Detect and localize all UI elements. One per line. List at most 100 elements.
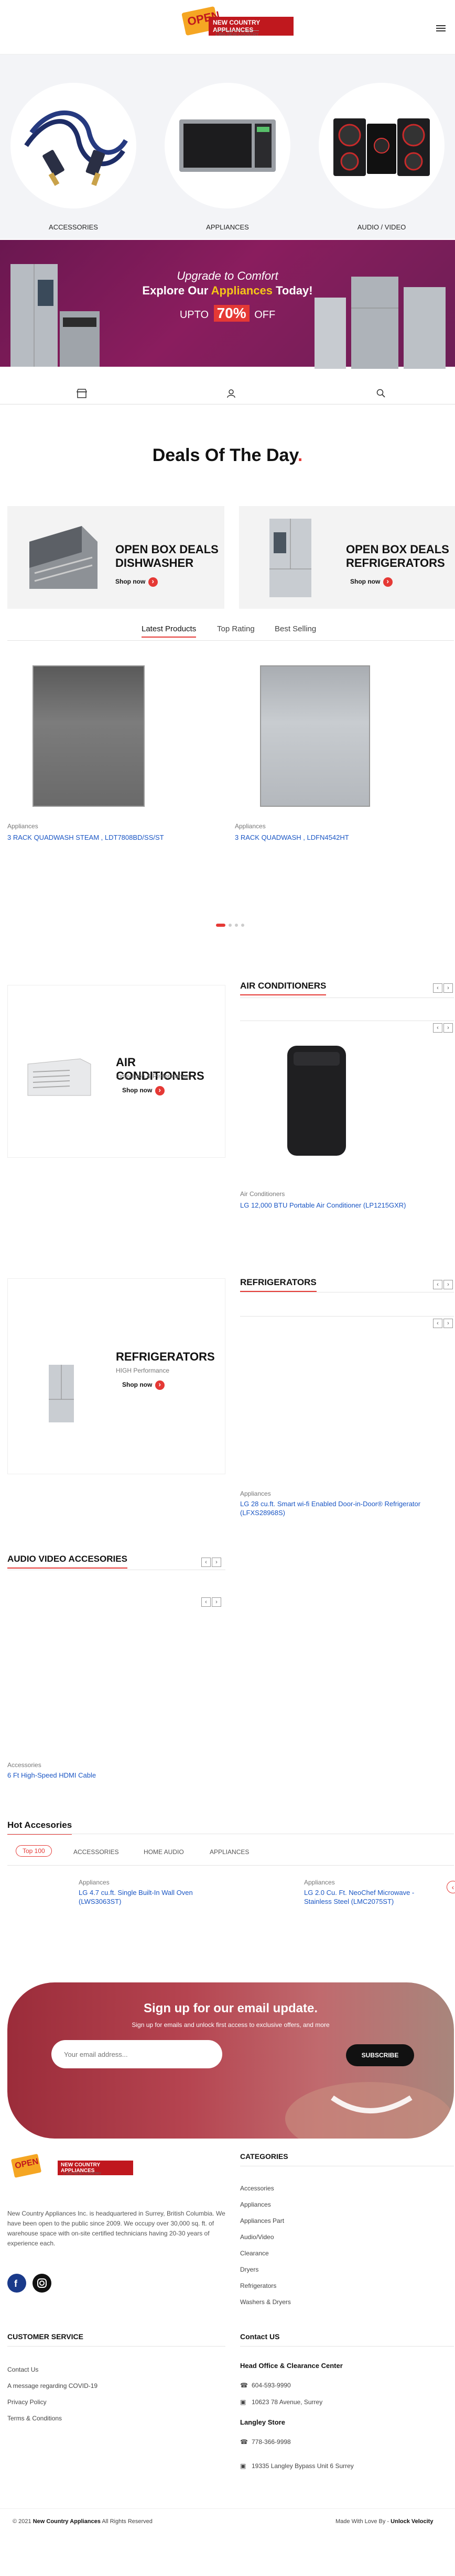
hdmi-cable-image [24, 111, 128, 186]
refrigerator-image [269, 519, 311, 597]
prev-arrow-icon: ‹ [433, 1280, 442, 1289]
carousel-nav[interactable]: ‹ › [432, 1318, 453, 1328]
chip-accessories[interactable]: ACCESSORIES [73, 1848, 119, 1856]
arrow-right-icon [148, 577, 158, 587]
promo-banner[interactable]: Upgrade to Comfort Explore Our Appliance… [0, 240, 455, 382]
dishwasher-product-image [260, 665, 370, 807]
newsletter-section: Sign up for our email update. Sign up fo… [7, 1982, 454, 2139]
next-arrow-icon: › [212, 1558, 221, 1567]
product-card[interactable]: Appliances 3 RACK QUADWASH STEAM , LDT78… [5, 655, 231, 864]
section-heading-hot-accesories: Hot Accesories [7, 1820, 72, 1835]
product-name-link[interactable]: 3 RACK QUADWASH , LDFN4542HT [235, 833, 450, 842]
chip-appliances[interactable]: APPLIANCES [210, 1848, 249, 1856]
mobile-tab-bar [0, 382, 455, 404]
footer-link[interactable]: Terms & Conditions [7, 2415, 62, 2422]
made-by[interactable]: Made With Love By - Unlock Velocity [335, 2518, 433, 2525]
carousel-nav[interactable]: ‹ › [432, 983, 453, 993]
location-icon: ▣ [240, 2398, 246, 2406]
phone-row[interactable]: ☎ 604-593-9990 [240, 2382, 291, 2389]
chevron-left-icon[interactable]: ‹ [447, 1881, 455, 1893]
next-arrow-icon: › [443, 983, 453, 993]
category-appliances[interactable] [165, 83, 290, 209]
email-input[interactable] [51, 2040, 222, 2068]
footer-bottom-bar: © 2021 New Country Appliances All Rights… [0, 2508, 455, 2535]
refrigerators-promo[interactable]: REFRIGERATORS HIGH Performance Shop now [7, 1278, 225, 1474]
phone-row[interactable]: ☎ 778-366-9998 [240, 2438, 291, 2446]
store-icon[interactable] [77, 389, 87, 398]
product-name-link[interactable]: LG 2.0 Cu. Ft. NeoChef Microwave - Stain… [304, 1888, 430, 1906]
product-name-link[interactable]: LG 28 cu.ft. Smart wi-fi Enabled Door-in… [240, 1499, 429, 1517]
address-row: ▣ 19335 Langley Bypass Unit 6 Surrey [240, 2462, 354, 2470]
section-heading-audio-video: AUDIO VIDEO ACCESORIES [7, 1554, 127, 1569]
category-audio-video[interactable] [319, 83, 445, 209]
subscribe-button[interactable]: SUBSCRIBE [346, 2044, 414, 2066]
portable-ac-image [287, 1046, 346, 1156]
dishwasher-image [29, 526, 98, 589]
tab-latest-products[interactable]: Latest Products [142, 624, 197, 638]
footer-contact-title: Contact US [240, 2332, 280, 2341]
category-label-accessories[interactable]: ACCESSORIES [10, 223, 136, 231]
shop-now-link[interactable]: Shop now [350, 577, 393, 587]
footer-link[interactable]: Clearance [240, 2250, 269, 2257]
deal-card-dishwasher[interactable]: OPEN BOX DEALS DISHWASHER Shop now [7, 506, 224, 609]
svg-text:f: f [14, 2278, 18, 2289]
carousel-nav[interactable]: ‹ › [432, 1279, 453, 1289]
footer-link[interactable]: A message regarding COVID-19 [7, 2382, 98, 2389]
product-tabs: Latest Products Top Rating Best Selling [0, 624, 455, 641]
shop-now-link[interactable]: Shop now [115, 577, 158, 587]
site-logo[interactable]: OPEN NEW COUNTRY APPLIANCES 1-855-NEW-CO… [168, 6, 294, 40]
footer-link[interactable]: Appliances [240, 2201, 271, 2208]
arrow-right-icon [155, 1086, 165, 1095]
category-accessories[interactable] [10, 83, 136, 209]
footer-link[interactable]: Contact Us [7, 2366, 38, 2373]
carousel-nav[interactable]: ‹ › [200, 1557, 221, 1567]
footer-link[interactable]: Appliances Part [240, 2217, 284, 2224]
footer-link[interactable]: Audio/Video [240, 2233, 274, 2241]
hamburger-menu-icon[interactable] [436, 25, 446, 31]
carousel-dots[interactable] [216, 920, 247, 927]
product-name-link[interactable]: 6 Ft High-Speed HDMI Cable [7, 1771, 217, 1780]
deal-line2: REFRIGERATORS [346, 556, 445, 569]
footer-link[interactable]: Dryers [240, 2266, 258, 2273]
user-icon[interactable] [226, 389, 236, 398]
address-row: ▣ 10623 78 Avenue, Surrey [240, 2398, 323, 2406]
shop-now-link[interactable]: Shop now [122, 1086, 165, 1095]
tab-top-rating[interactable]: Top Rating [217, 624, 255, 633]
next-arrow-icon: › [443, 1023, 453, 1033]
microwave-image [179, 119, 276, 172]
chip-top-100[interactable]: Top 100 [16, 1845, 52, 1857]
phone-icon: ☎ [240, 2382, 248, 2389]
product-name-link[interactable]: LG 12,000 BTU Portable Air Conditioner (… [240, 1201, 450, 1210]
phone-icon: ☎ [240, 2438, 248, 2446]
instagram-icon[interactable] [32, 2274, 51, 2293]
facebook-icon[interactable]: f [7, 2274, 26, 2293]
tab-best-selling[interactable]: Best Selling [275, 624, 316, 633]
footer-link[interactable]: Washers & Dryers [240, 2298, 291, 2306]
chip-home-audio[interactable]: HOME AUDIO [144, 1848, 184, 1856]
prev-arrow-icon: ‹ [433, 1319, 442, 1328]
banner-line1: Upgrade to Comfort [177, 269, 278, 282]
product-card[interactable]: Appliances 3 RACK QUADWASH , LDFN4542HT [233, 655, 455, 864]
prev-arrow-icon: ‹ [433, 1023, 442, 1033]
category-label-audio-video[interactable]: AUDIO / VIDEO [319, 223, 445, 231]
shop-now-link[interactable]: Shop now [122, 1380, 165, 1390]
footer-link[interactable]: Refrigerators [240, 2282, 276, 2289]
footer-link[interactable]: Privacy Policy [7, 2398, 47, 2406]
prev-arrow-icon: ‹ [201, 1597, 211, 1607]
product-name-link[interactable]: LG 4.7 cu.ft. Single Built-In Wall Oven … [79, 1888, 225, 1906]
copyright: © 2021 New Country Appliances All Rights… [13, 2518, 153, 2525]
air-conditioners-promo[interactable]: AIR CONDITIONERS Innovation & Performanc… [7, 985, 225, 1158]
carousel-nav[interactable]: ‹ › [200, 1597, 221, 1607]
deal-card-refrigerators[interactable]: OPEN BOX DEALS REFRIGERATORS Shop now [239, 506, 455, 609]
footer-link[interactable]: Accessories [240, 2185, 274, 2192]
search-icon[interactable] [376, 389, 386, 398]
product-name-link[interactable]: 3 RACK QUADWASH STEAM , LDT7808BD/SS/ST [7, 833, 228, 842]
prev-arrow-icon: ‹ [433, 983, 442, 993]
category-label-appliances[interactable]: APPLIANCES [165, 223, 290, 231]
carousel-nav[interactable]: ‹ › [432, 1023, 453, 1033]
banner-offer-percent: 70% [213, 305, 250, 322]
banner-line2: Explore Our Appliances Today! [142, 284, 313, 297]
footer-logo[interactable]: OPEN NEW COUNTRY APPLIANCES 1-855-NEW-CO… [7, 2153, 133, 2189]
logo-tagline: 1-855-NEW-COUNTRY [215, 30, 259, 37]
footer-about: New Country Appliances Inc. is headquart… [7, 2210, 225, 2247]
